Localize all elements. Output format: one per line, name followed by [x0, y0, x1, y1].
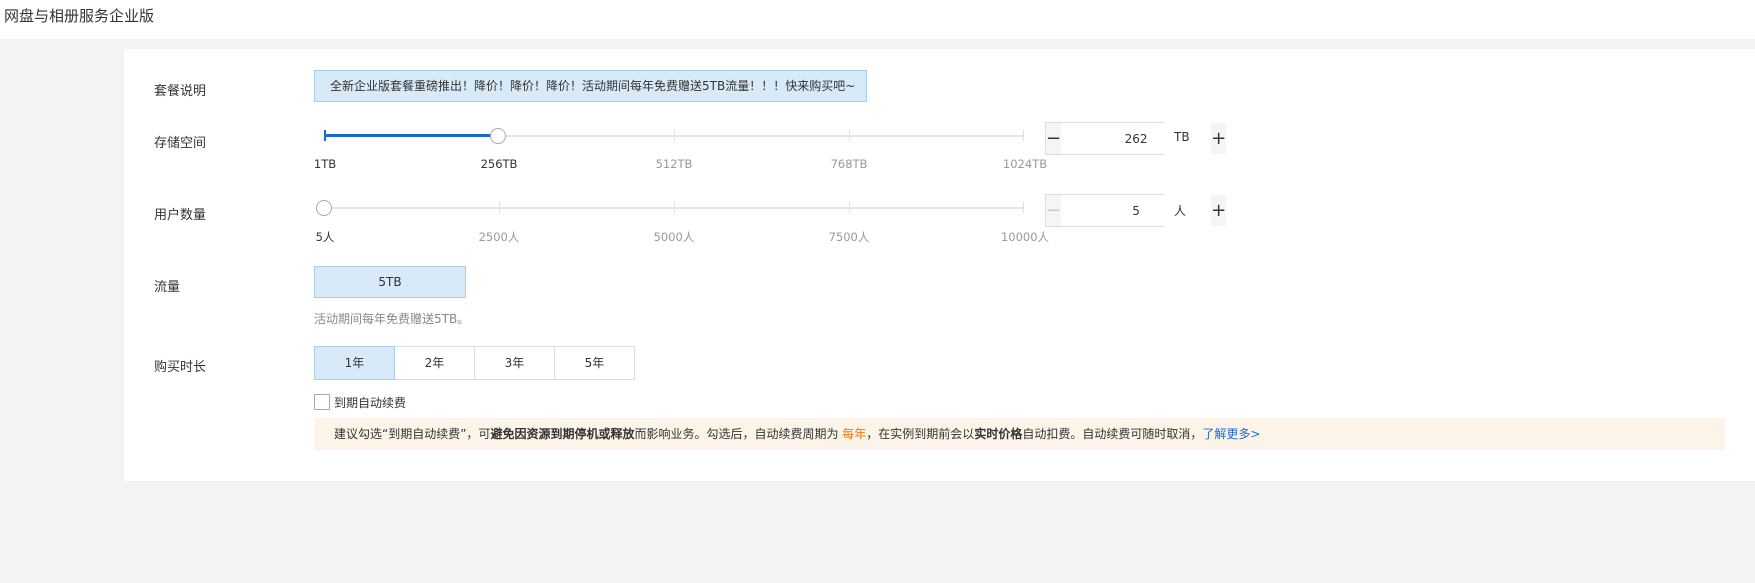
users-label: 用户数量 — [154, 208, 207, 223]
storage-slider[interactable] — [324, 126, 1024, 146]
users-unit: 人 — [1174, 204, 1187, 218]
minus-icon: − — [1046, 200, 1062, 221]
auto-renew-label[interactable]: 到期自动续费 — [334, 394, 406, 411]
duration-option-1y[interactable]: 1年 — [314, 346, 395, 380]
auto-renew-tip: 建议勾选“到期自动续费”，可避免因资源到期停机或释放而影响业务。勾选后，自动续费… — [314, 418, 1725, 450]
tip-bold: 实时价格 — [974, 427, 1023, 441]
tip-text: 自动扣费。自动续费可随时取消， — [1022, 427, 1203, 441]
users-slider-tick — [849, 202, 850, 213]
duration-label: 购买时长 — [154, 360, 207, 375]
storage-stepper: − + — [1045, 122, 1227, 155]
flow-option-button[interactable]: 5TB — [314, 266, 466, 298]
users-mark-label: 10000人 — [1000, 230, 1050, 244]
duration-option-2y[interactable]: 2年 — [394, 346, 475, 380]
tip-text: 而影响业务。勾选后，自动续费周期为 — [634, 427, 843, 441]
duration-option-5y[interactable]: 5年 — [554, 346, 635, 380]
storage-mark-label: 512TB — [655, 157, 693, 171]
storage-slider-tick — [849, 130, 850, 141]
users-slider-tick — [674, 202, 675, 213]
users-mark-label: 5000人 — [653, 230, 695, 244]
storage-increment-button[interactable]: + — [1211, 123, 1227, 154]
tip-text: ，在实例到期前会以 — [866, 427, 975, 441]
package-notice: 全新企业版套餐重磅推出！降价！降价！降价！活动期间每年免费赠送5TB流量！！！快… — [314, 70, 867, 102]
package-label: 套餐说明 — [154, 84, 207, 99]
users-mark-label: 7500人 — [828, 230, 870, 244]
users-slider-tick — [499, 202, 500, 213]
config-card — [124, 49, 1755, 481]
tip-highlight: 每年 — [842, 427, 867, 441]
users-mark-label: 2500人 — [478, 230, 520, 244]
storage-slider-tick — [1023, 130, 1024, 141]
storage-unit: TB — [1174, 130, 1190, 144]
duration-option-3y[interactable]: 3年 — [474, 346, 555, 380]
flow-label: 流量 — [154, 280, 181, 295]
storage-decrement-button[interactable]: − — [1046, 123, 1062, 154]
storage-slider-tick — [324, 130, 326, 141]
users-increment-button[interactable]: + — [1211, 195, 1227, 226]
storage-slider-fill — [324, 134, 498, 137]
learn-more-link[interactable]: 了解更多> — [1202, 427, 1260, 441]
tip-text: 建议勾选“到期自动续费”，可 — [334, 427, 491, 441]
auto-renew-checkbox[interactable] — [314, 394, 330, 410]
flow-hint: 活动期间每年免费赠送5TB。 — [314, 312, 470, 326]
users-slider-tick — [1023, 202, 1024, 213]
users-slider-handle[interactable] — [316, 200, 332, 216]
page-title: 网盘与相册服务企业版 — [4, 7, 155, 25]
storage-label: 存储空间 — [154, 136, 207, 151]
duration-options: 1年 2年 3年 5年 — [314, 346, 635, 380]
storage-slider-handle[interactable] — [490, 128, 506, 144]
storage-slider-tick — [674, 130, 675, 141]
storage-mark-label: 768TB — [830, 157, 868, 171]
tip-bold: 避免因资源到期停机或释放 — [490, 427, 635, 441]
users-stepper: − + — [1045, 194, 1227, 227]
plus-icon: + — [1211, 200, 1227, 221]
users-slider[interactable] — [316, 198, 1024, 218]
users-value-input[interactable] — [1061, 195, 1212, 226]
minus-icon: − — [1046, 128, 1062, 149]
storage-mark-label: 1024TB — [1002, 157, 1048, 171]
plus-icon: + — [1211, 128, 1227, 149]
users-decrement-button[interactable]: − — [1046, 195, 1062, 226]
top-bar: 网盘与相册服务企业版 — [0, 0, 1755, 39]
storage-mark-label: 1TB — [313, 157, 337, 171]
users-mark-label: 5人 — [315, 230, 335, 244]
storage-mark-label: 256TB — [480, 157, 518, 171]
